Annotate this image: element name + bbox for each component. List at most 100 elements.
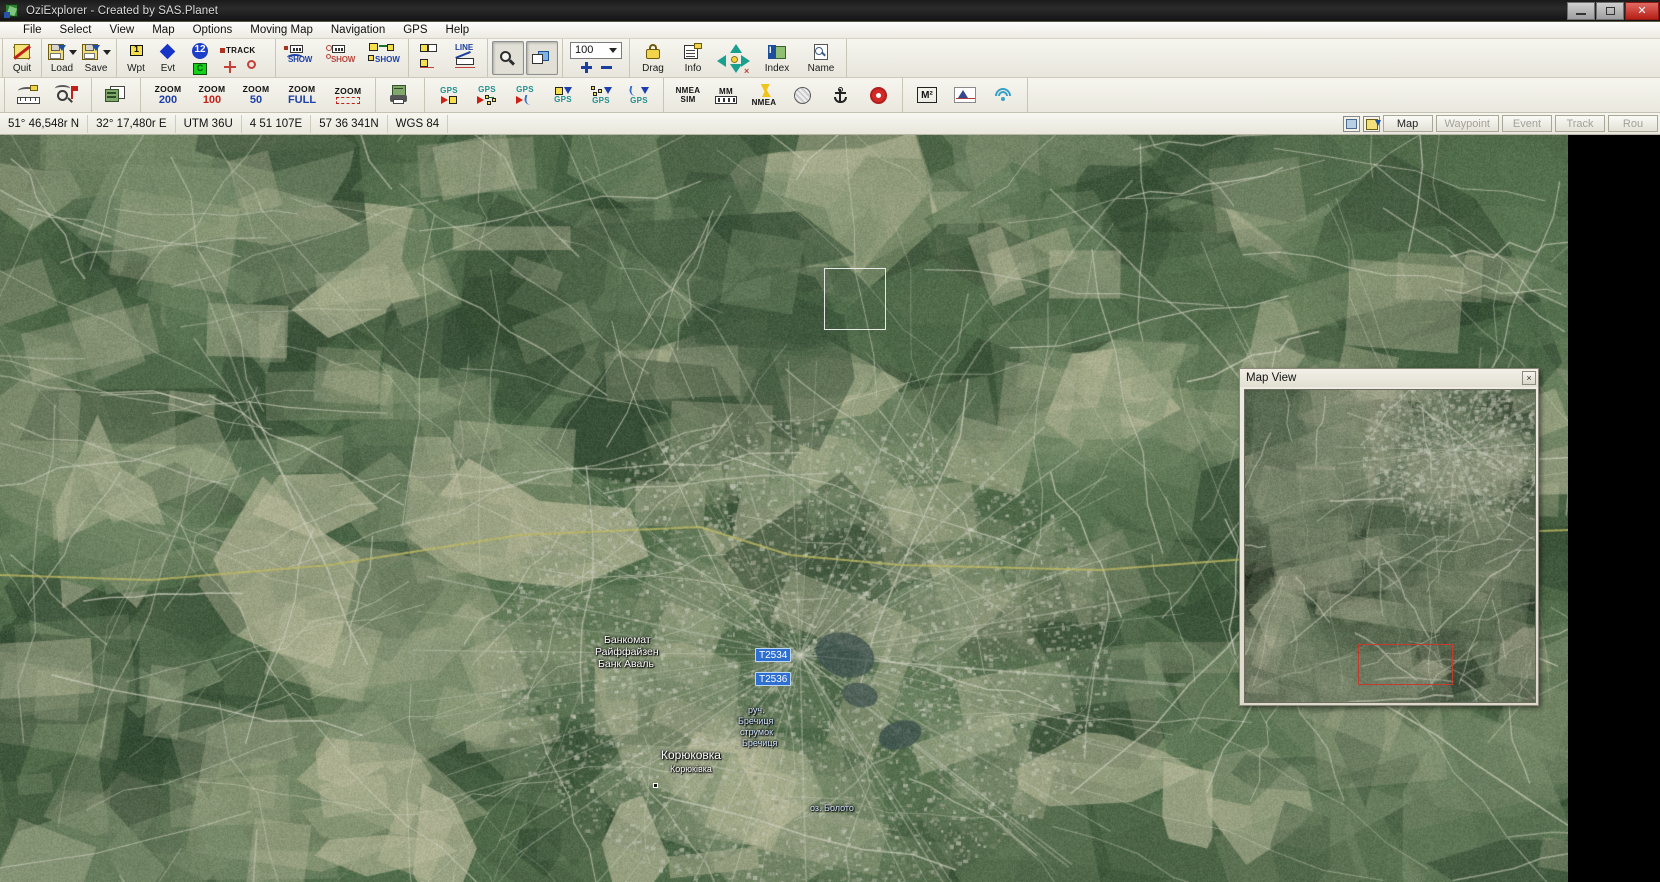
load-button[interactable]: Load — [46, 40, 78, 76]
add-point-icon[interactable] — [223, 60, 237, 74]
trk-to-gps-label: GPS — [630, 95, 648, 105]
northing-field: 57 36 341N — [311, 114, 388, 133]
wpt-to-gps-label: GPS — [554, 94, 572, 104]
menu-gps[interactable]: GPS — [394, 22, 436, 38]
name-button-label: Name — [807, 63, 835, 74]
road-shield-t2536[interactable]: T2536 — [755, 672, 792, 686]
drag-button[interactable]: Drag — [634, 40, 672, 76]
minimize-button[interactable] — [1567, 1, 1595, 20]
zoom-50-button[interactable]: ZOOM 50 — [235, 79, 277, 111]
map-window-button[interactable] — [526, 41, 558, 75]
poi-marker-bank[interactable] — [653, 783, 658, 788]
map-view-title-label: Map View — [1246, 372, 1297, 384]
area-calc-button[interactable]: M² — [909, 79, 945, 111]
maximize-button[interactable] — [1596, 1, 1624, 20]
zoom-200-value: 200 — [158, 94, 178, 106]
map-view-close-button[interactable]: × — [1522, 371, 1536, 385]
map-view-panel[interactable]: Map View × — [1239, 368, 1539, 706]
show-waypoints-button[interactable]: SHOW — [280, 40, 320, 76]
save-image-icon[interactable] — [1362, 115, 1381, 132]
coordinate-statusbar: 51° 46,548r N 32° 17,480r E UTM 36U 4 51… — [0, 113, 1660, 135]
show-events-button[interactable]: SHOW — [322, 40, 362, 76]
zoom-out-button[interactable] — [596, 61, 616, 75]
event-button[interactable]: Evt — [153, 40, 183, 76]
save-button[interactable]: Save — [80, 40, 112, 76]
menu-options[interactable]: Options — [184, 22, 242, 38]
screenshot-icon[interactable] — [1342, 115, 1360, 132]
menu-help[interactable]: Help — [437, 22, 479, 38]
moving-map-button[interactable]: MM — [708, 79, 744, 111]
mm-bar-icon — [715, 95, 737, 104]
zoom-percent-value: 100 — [575, 44, 594, 56]
gps-load-tracks-button[interactable]: GPS — [507, 79, 543, 111]
gps-load-routes-button[interactable]: GPS — [469, 79, 505, 111]
zoom-percent-select[interactable]: 100 — [570, 41, 622, 59]
quit-icon — [12, 43, 32, 62]
name-button[interactable]: Name — [800, 40, 842, 76]
circle-point-icon[interactable] — [247, 59, 256, 69]
info-button[interactable]: Info — [674, 40, 712, 76]
map-check-button[interactable] — [49, 79, 85, 111]
show-routes-button[interactable]: SHOW — [364, 40, 404, 76]
datum-field: WGS 84 — [388, 114, 449, 133]
resize-grip[interactable] — [1522, 689, 1534, 702]
magnifier-icon — [497, 49, 519, 69]
save-dropdown-icon[interactable] — [103, 50, 111, 55]
road-shield-t2534[interactable]: T2534 — [755, 648, 792, 662]
wifi-button[interactable] — [985, 79, 1021, 111]
waypoint-tab-button[interactable]: Waypoint — [1435, 115, 1499, 132]
track-icon[interactable]: TRACK — [220, 43, 268, 55]
nmea-log-button[interactable]: NMEA — [746, 79, 782, 111]
comment-button[interactable]: 12 C — [185, 40, 215, 76]
zoom-area-button[interactable]: ZOOM — [327, 79, 369, 111]
menu-map[interactable]: Map — [143, 22, 183, 38]
tracks-to-gps-button[interactable]: GPS — [621, 79, 657, 111]
event-tab-button[interactable]: Event — [1502, 115, 1552, 132]
close-button[interactable]: ✕ — [1625, 1, 1659, 20]
gps-to-track-icon — [515, 95, 536, 105]
zoom-in-button[interactable] — [576, 61, 596, 75]
map-calibration-button[interactable] — [11, 79, 47, 111]
t2-group-analysis: M² — [903, 78, 1028, 112]
waypoints-to-gps-button[interactable]: GPS — [545, 79, 581, 111]
anchor-alarm-button[interactable] — [822, 79, 858, 111]
waypoint-list-button[interactable] — [413, 40, 447, 76]
window-titlebar: OziExplorer - Created by SAS.Planet ✕ — [0, 0, 1660, 22]
toolbar-group-show: SHOW SHOW SHOW — [276, 39, 409, 77]
zoom-tool-button[interactable] — [492, 41, 524, 75]
line-tool-button[interactable]: LINE — [449, 40, 483, 76]
waypoint-button[interactable]: 1 Wpt — [121, 40, 151, 76]
save-button-label: Save — [84, 63, 108, 74]
print-map-button[interactable] — [382, 79, 418, 111]
menu-view[interactable]: View — [101, 22, 144, 38]
zoom-100-button[interactable]: ZOOM 100 — [191, 79, 233, 111]
pan-button[interactable]: × — [714, 40, 754, 76]
map-tab-button[interactable]: Map — [1382, 115, 1433, 132]
menu-select[interactable]: Select — [51, 22, 101, 38]
waypoint-to-gps-icon — [554, 86, 572, 95]
menu-file[interactable]: File — [14, 22, 51, 38]
map-view-body[interactable] — [1244, 389, 1536, 703]
nmea-log-label: NMEA — [751, 97, 777, 107]
elevation-profile-button[interactable] — [947, 79, 983, 111]
man-overboard-button[interactable] — [860, 79, 896, 111]
map-view-viewport-rect[interactable] — [1358, 644, 1453, 685]
latitude-field: 51° 46,548r N — [0, 114, 89, 133]
gps-load-waypoints-button[interactable]: GPS — [431, 79, 467, 111]
zoom-full-button[interactable]: ZOOM FULL — [279, 79, 325, 111]
nmea-sim-button[interactable]: NMEA SIM — [670, 79, 706, 111]
route-tab-button[interactable]: Rou — [1608, 115, 1658, 132]
index-button[interactable]: I Index — [756, 40, 798, 76]
menu-moving-map[interactable]: Moving Map — [241, 22, 322, 38]
routes-to-gps-button[interactable]: GPS — [583, 79, 619, 111]
show-waypoints-label: SHOW — [288, 55, 313, 64]
quit-button[interactable]: Quit — [7, 40, 37, 76]
load-dropdown-icon[interactable] — [69, 50, 77, 55]
drag-button-label: Drag — [642, 63, 664, 74]
map-list-button[interactable] — [98, 79, 134, 111]
track-tab-button[interactable]: Track — [1555, 115, 1605, 132]
menu-navigation[interactable]: Navigation — [322, 22, 394, 38]
zoom-200-button[interactable]: ZOOM 200 — [147, 79, 189, 111]
compass-icon — [793, 86, 811, 104]
gps-status-button[interactable] — [784, 79, 820, 111]
